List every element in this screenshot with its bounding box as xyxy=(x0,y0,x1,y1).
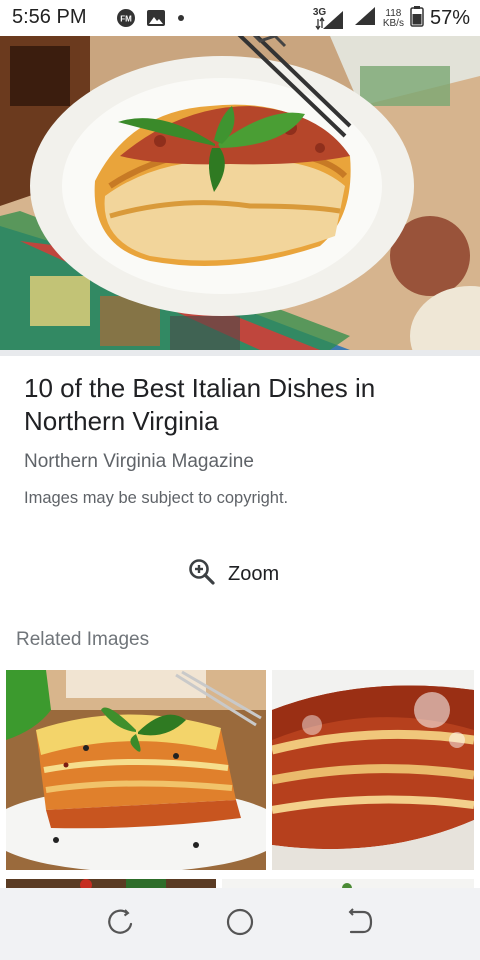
signal-3g-icon: 3G xyxy=(313,7,347,31)
home-button[interactable] xyxy=(224,908,256,940)
data-speed-unit: KB/s xyxy=(382,17,404,29)
data-speed-value: 118 xyxy=(385,7,402,19)
fm-radio-icon: FM xyxy=(116,8,136,33)
gallery-icon xyxy=(146,8,166,33)
result-title[interactable]: 10 of the Best Italian Dishes in Norther… xyxy=(24,372,454,438)
zoom-label: Zoom xyxy=(228,562,280,585)
signal-icon xyxy=(353,5,377,32)
home-icon xyxy=(225,907,255,942)
hero-image[interactable] xyxy=(0,36,480,350)
back-icon xyxy=(345,907,375,942)
status-system-icons: 3G 118 KB/s 57% xyxy=(313,5,470,32)
zoom-in-icon xyxy=(188,558,216,591)
notification-dot-icon xyxy=(176,8,186,33)
hero-divider xyxy=(0,350,480,356)
battery-icon xyxy=(410,5,424,32)
status-bar: 5:56 PM FM 3G 118 KB/s 57% xyxy=(0,0,480,36)
zoom-button[interactable]: Zoom xyxy=(188,556,279,592)
recent-apps-button[interactable] xyxy=(104,908,136,940)
svg-text:FM: FM xyxy=(120,15,132,24)
related-images-heading: Related Images xyxy=(16,629,150,650)
recent-apps-icon xyxy=(105,907,135,942)
copyright-notice: Images may be subject to copyright. xyxy=(24,489,289,507)
back-button[interactable] xyxy=(344,907,376,942)
system-navigation-bar xyxy=(0,888,480,960)
battery-percent: 57% xyxy=(429,7,470,29)
related-image-thumbnail[interactable] xyxy=(272,670,474,870)
status-notification-icons: FM xyxy=(116,8,186,33)
related-image-thumbnail[interactable] xyxy=(222,877,474,888)
related-image-thumbnail[interactable] xyxy=(6,877,216,888)
related-image-thumbnail[interactable] xyxy=(6,670,266,870)
result-source[interactable]: Northern Virginia Magazine xyxy=(24,451,254,473)
status-time: 5:56 PM xyxy=(12,6,87,28)
data-speed: 118 KB/s xyxy=(382,7,404,29)
